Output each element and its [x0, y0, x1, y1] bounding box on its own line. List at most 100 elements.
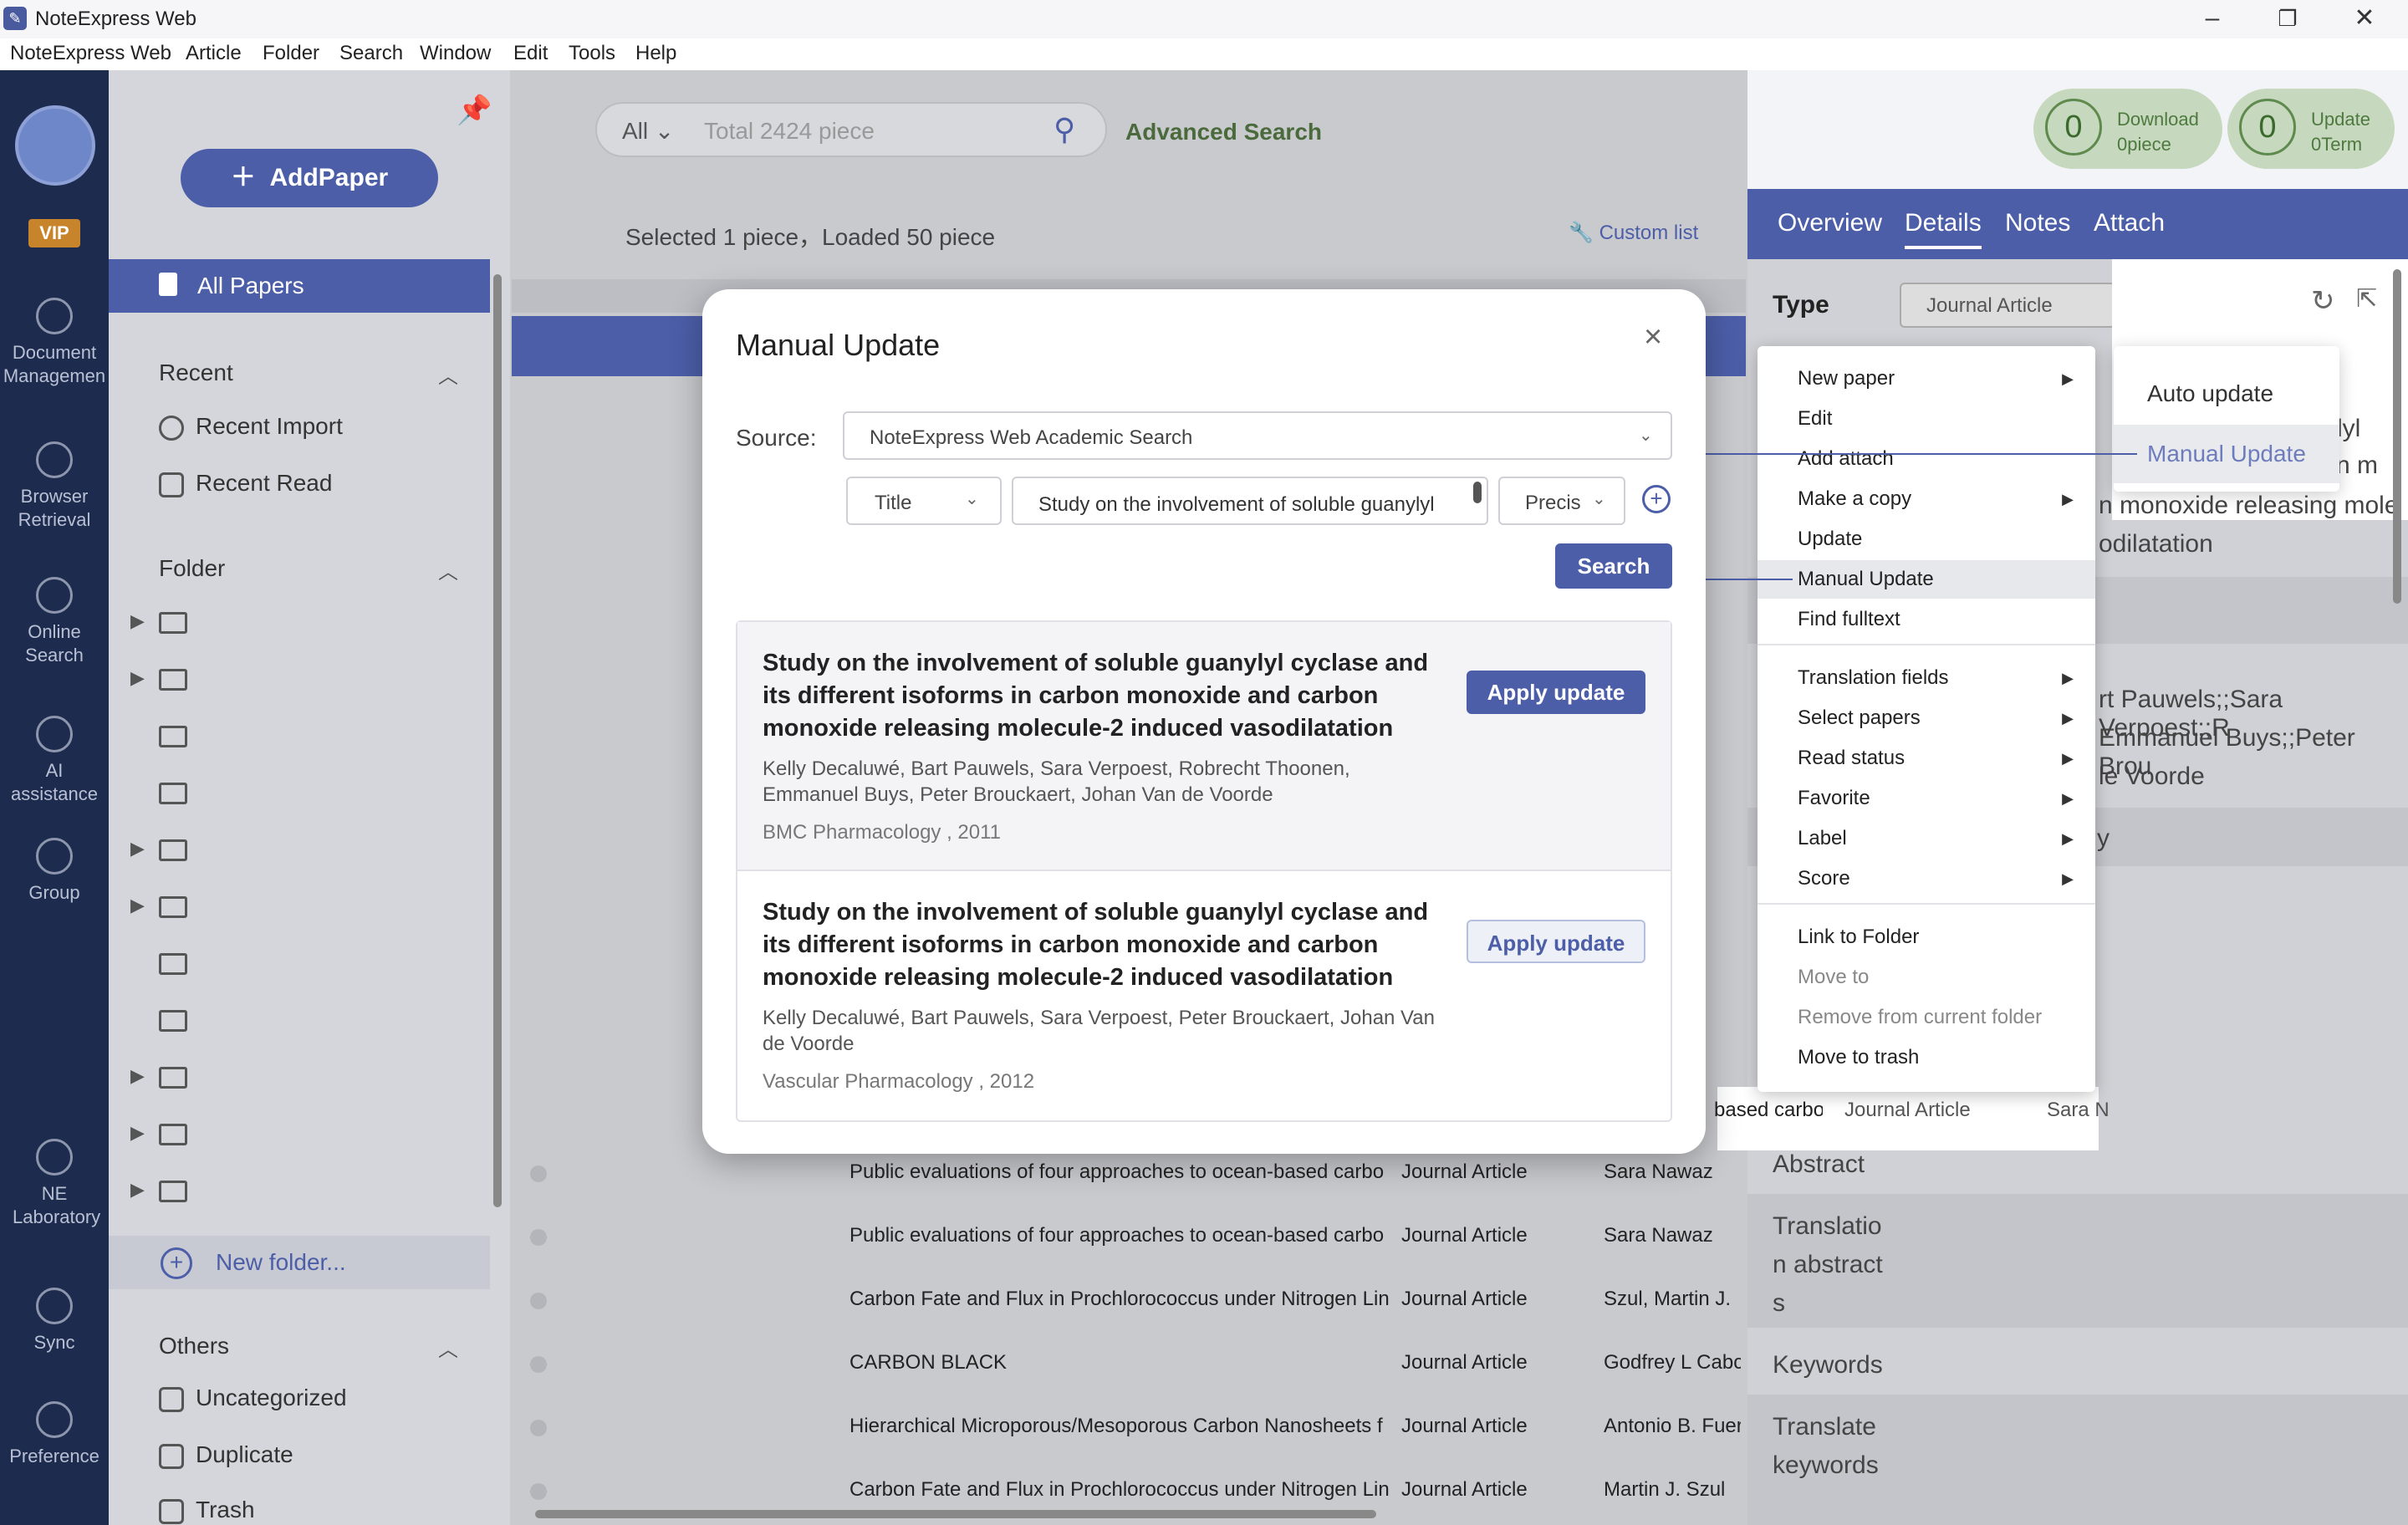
menu-article[interactable]: Article: [186, 42, 242, 65]
ctx-edit[interactable]: Edit: [1758, 400, 2095, 438]
ctx-manual-update[interactable]: Manual Update: [1758, 560, 2095, 599]
submenu-manual-update[interactable]: Manual Update: [2114, 425, 2339, 483]
table-row[interactable]: CARBON BLACK Journal Article Godfrey L Cab…: [512, 1331, 1746, 1395]
folder-item[interactable]: ▶: [125, 890, 477, 923]
ctx-label[interactable]: Label ▶: [1758, 819, 2095, 858]
query-input[interactable]: Study on the involvement of soluble guan…: [1012, 477, 1488, 525]
menu-tools[interactable]: Tools: [569, 42, 615, 65]
menu-noteexpress-web[interactable]: NoteExpress Web: [10, 42, 171, 65]
expand-arrow-icon[interactable]: ▶: [130, 667, 145, 689]
ctx-score[interactable]: Score ▶: [1758, 859, 2095, 898]
menu-edit[interactable]: Edit: [513, 42, 548, 65]
table-row[interactable]: Public evaluations of four approaches to…: [512, 1204, 1746, 1267]
section-recent[interactable]: Recent: [159, 360, 233, 386]
match-mode-select[interactable]: Precis ⌄: [1498, 477, 1625, 525]
apply-update-button[interactable]: Apply update: [1467, 671, 1645, 714]
ctx-translation-fields[interactable]: Translation fields ▶: [1758, 659, 2095, 697]
rail-group[interactable]: Group: [0, 838, 109, 905]
tab-details[interactable]: Details: [1905, 209, 1982, 249]
minimize-icon[interactable]: –: [2194, 2, 2231, 35]
rail-document-management[interactable]: Document Managemen: [0, 298, 109, 388]
search-button[interactable]: Search: [1555, 543, 1672, 589]
query-scrollbar[interactable]: [1473, 482, 1482, 503]
update-status[interactable]: 0 Update 0Term: [2227, 89, 2395, 169]
folder-item[interactable]: [125, 946, 477, 980]
list-horizontal-scrollbar[interactable]: [535, 1510, 1376, 1518]
expand-arrow-icon[interactable]: ▶: [130, 610, 145, 632]
source-select[interactable]: NoteExpress Web Academic Search ⌄: [843, 411, 1672, 460]
search-icon[interactable]: ⚲: [1054, 112, 1075, 147]
rail-online-search[interactable]: Online Search: [0, 577, 109, 667]
ctx-add-attach[interactable]: Add attach: [1758, 440, 2095, 478]
add-paper-button[interactable]: ＋ AddPaper: [181, 149, 438, 207]
ctx-move-to-trash[interactable]: Move to trash: [1758, 1038, 2095, 1077]
search-scope-select[interactable]: All ⌄: [622, 117, 674, 145]
refresh-icon[interactable]: ↻: [2311, 284, 2335, 318]
submenu-auto-update[interactable]: Auto update: [2114, 365, 2339, 423]
folder-item[interactable]: ▶: [125, 662, 477, 696]
chevron-up-icon[interactable]: ︿: [438, 360, 458, 389]
ctx-link-to-folder[interactable]: Link to Folder: [1758, 918, 2095, 956]
section-folder[interactable]: Folder: [159, 555, 225, 582]
rail-browser-retrieval[interactable]: Browser Retrieval: [0, 441, 109, 532]
ctx-update[interactable]: Update: [1758, 520, 2095, 558]
sidebar-item-trash[interactable]: Trash: [159, 1497, 255, 1524]
tab-attach[interactable]: Attach: [2094, 209, 2165, 237]
menu-help[interactable]: Help: [635, 42, 676, 65]
field-select[interactable]: Title ⌄: [846, 477, 1002, 525]
pin-icon[interactable]: 📌: [457, 94, 492, 127]
close-icon[interactable]: ×: [1644, 319, 1662, 355]
ctx-new-paper[interactable]: New paper ▶: [1758, 360, 2095, 398]
folder-item[interactable]: ▶: [125, 1060, 477, 1094]
ctx-make-a-copy[interactable]: Make a copy ▶: [1758, 480, 2095, 518]
rail-ai-assistance[interactable]: AI assistance: [0, 716, 109, 806]
avatar[interactable]: [15, 105, 95, 186]
download-status[interactable]: 0 Download 0piece: [2033, 89, 2222, 169]
sidebar-item-uncategorized[interactable]: Uncategorized: [159, 1385, 347, 1412]
rail-sync[interactable]: Sync: [0, 1288, 109, 1354]
folder-item[interactable]: [125, 1003, 477, 1037]
chevron-up-icon[interactable]: ︿: [438, 555, 458, 584]
ctx-favorite[interactable]: Favorite ▶: [1758, 779, 2095, 818]
folder-item[interactable]: ▶: [125, 605, 477, 639]
ctx-find-fulltext[interactable]: Find fulltext: [1758, 600, 2095, 639]
folder-item[interactable]: ▶: [125, 1174, 477, 1207]
section-others[interactable]: Others: [159, 1333, 229, 1359]
custom-list-button[interactable]: 🔧 Custom list: [1569, 221, 1698, 245]
sidebar-item-duplicate[interactable]: Duplicate: [159, 1441, 293, 1469]
type-select[interactable]: Journal Article: [1900, 283, 2115, 328]
close-window-icon[interactable]: ✕: [2346, 2, 2383, 35]
ctx-read-status[interactable]: Read status ▶: [1758, 739, 2095, 778]
external-link-icon[interactable]: ⇱: [2356, 284, 2377, 314]
expand-arrow-icon[interactable]: ▶: [130, 838, 145, 859]
folder-item[interactable]: [125, 776, 477, 809]
expand-arrow-icon[interactable]: ▶: [130, 895, 145, 916]
advanced-search-link[interactable]: Advanced Search: [1125, 119, 1322, 145]
table-row[interactable]: Hierarchical Microporous/Mesoporous Carb…: [512, 1395, 1746, 1458]
details-scrollbar[interactable]: [2393, 269, 2401, 604]
rail-ne-laboratory[interactable]: NE Laboratory: [0, 1139, 109, 1229]
chevron-up-icon[interactable]: ︿: [438, 1333, 458, 1362]
apply-update-button[interactable]: Apply update: [1467, 920, 1645, 963]
table-row[interactable]: Carbon Fate and Flux in Prochlorococcus …: [512, 1267, 1746, 1331]
menu-search[interactable]: Search: [339, 42, 403, 65]
add-condition-icon[interactable]: +: [1642, 485, 1671, 513]
search-bar[interactable]: All ⌄ Total 2424 piece ⚲: [595, 102, 1107, 157]
expand-arrow-icon[interactable]: ▶: [130, 1122, 145, 1144]
sidebar-scrollbar[interactable]: [493, 274, 502, 1207]
menu-window[interactable]: Window: [420, 42, 491, 65]
sidebar-item-recent-read[interactable]: Recent Read: [159, 470, 332, 497]
tab-overview[interactable]: Overview: [1778, 209, 1882, 237]
expand-arrow-icon[interactable]: ▶: [130, 1179, 145, 1201]
menu-folder[interactable]: Folder: [263, 42, 319, 65]
restore-icon[interactable]: ❐: [2269, 2, 2306, 35]
folder-item[interactable]: ▶: [125, 1117, 477, 1150]
folder-item[interactable]: [125, 719, 477, 752]
sidebar-item-recent-import[interactable]: Recent Import: [159, 413, 343, 441]
rail-preference[interactable]: Preference: [0, 1401, 109, 1468]
tab-notes[interactable]: Notes: [2005, 209, 2070, 237]
search-input[interactable]: Total 2424 piece: [704, 118, 875, 145]
expand-arrow-icon[interactable]: ▶: [130, 1065, 145, 1087]
folder-item[interactable]: ▶: [125, 833, 477, 866]
ctx-select-papers[interactable]: Select papers ▶: [1758, 699, 2095, 737]
